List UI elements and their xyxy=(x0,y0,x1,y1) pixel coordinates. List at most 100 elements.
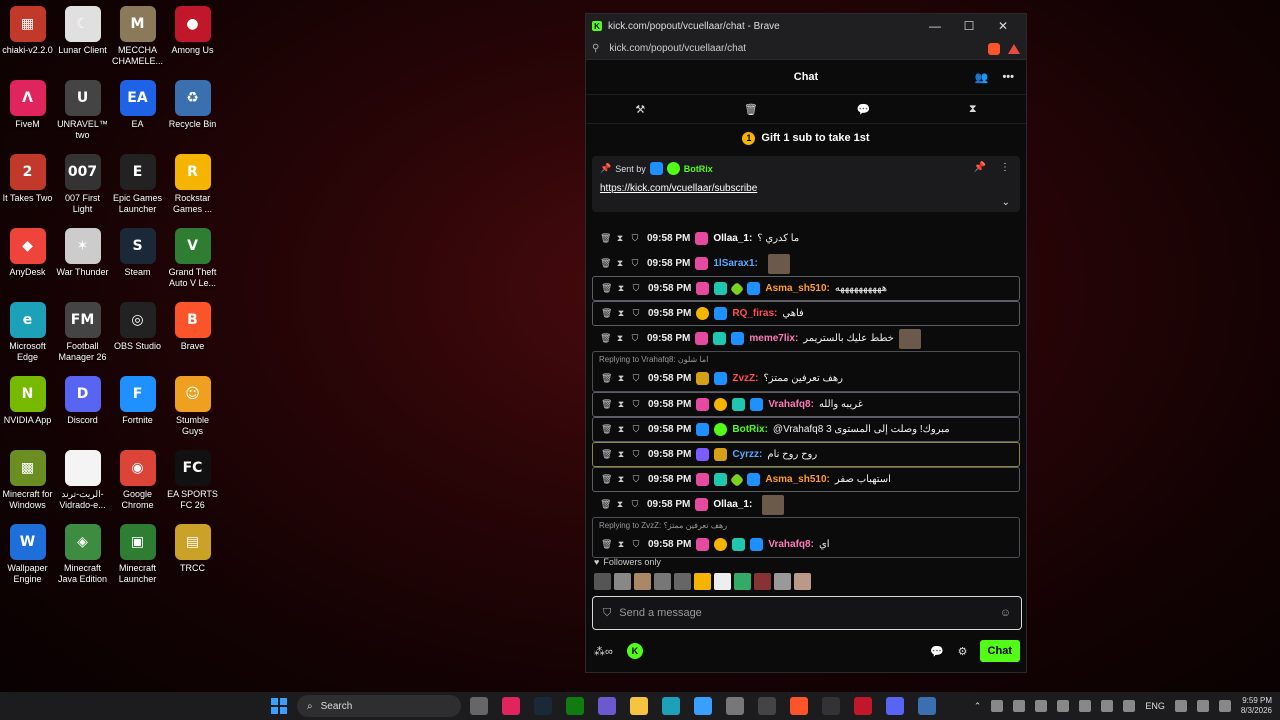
desktop-icon[interactable]: FC EA SPORTS FC 26 xyxy=(165,448,220,522)
shield-icon[interactable]: ⛉ xyxy=(631,373,641,384)
trash-icon[interactable]: 🗑 xyxy=(601,308,612,319)
desktop-icon[interactable]: B Brave xyxy=(165,300,220,374)
hourglass-icon[interactable]: ⧗ xyxy=(616,474,626,485)
unpin-icon[interactable]: 📌 xyxy=(974,162,986,173)
chat-bubble-icon[interactable]: 💬 xyxy=(857,103,871,116)
message-username[interactable]: Cyrzz: xyxy=(732,449,762,460)
desktop-icon[interactable]: E Epic Games Launcher xyxy=(110,152,165,226)
message-input-box[interactable]: ⛉ ☺ xyxy=(592,596,1022,630)
desktop-icon[interactable]: W Wallpaper Engine xyxy=(0,522,55,596)
user-settings-icon[interactable]: 👥 xyxy=(975,71,989,84)
desktop-icon[interactable]: EA EA xyxy=(110,78,165,152)
microphone-icon[interactable] xyxy=(1123,700,1136,712)
shield-icon[interactable]: ⛉ xyxy=(631,283,641,294)
address-bar[interactable]: ⚲ kick.com/popout/vcuellaar/chat xyxy=(586,38,1026,60)
trash-icon[interactable]: 🗑 xyxy=(601,399,612,410)
points-icon[interactable]: ⁂∞ xyxy=(594,645,613,658)
chat-message[interactable]: 🗑 ⧗ ⛉ 09:58 PM Cyrzz: روح روح نام xyxy=(592,442,1020,467)
red-app-taskbar-icon[interactable] xyxy=(854,697,872,715)
gift-banner[interactable]: 1 Gift 1 sub to take 1st xyxy=(586,124,1026,152)
desktop-icon[interactable]: ▦ chiaki-v2.2.0 xyxy=(0,4,55,78)
desktop-icon[interactable]: F Fortnite xyxy=(110,374,165,448)
hourglass-icon[interactable]: ⧗ xyxy=(616,373,626,384)
desktop-icon[interactable]: ▣ Minecraft Launcher xyxy=(110,522,165,596)
hammer-icon[interactable]: ⚒ xyxy=(635,103,645,116)
desktop-icon[interactable]: ☾ Lunar Client xyxy=(55,4,110,78)
steam-taskbar-icon[interactable] xyxy=(534,697,552,715)
desktop-icon[interactable]: V Grand Theft Auto V Le... xyxy=(165,226,220,300)
file-explorer-icon[interactable] xyxy=(630,697,648,715)
tray-icon[interactable] xyxy=(1101,700,1114,712)
discord-taskbar-icon[interactable] xyxy=(886,697,904,715)
message-input[interactable] xyxy=(619,607,992,619)
desktop-icon[interactable]: FM Football Manager 26 xyxy=(55,300,110,374)
site-settings-icon[interactable]: ⚲ xyxy=(592,43,599,54)
desktop-icon[interactable]: M MECCHA CHAMELE... xyxy=(110,4,165,78)
chat-message[interactable]: 🗑 ⧗ ⛉ 09:58 PM Vrahafq8: اي xyxy=(593,532,1019,557)
pinned-link[interactable]: https://kick.com/vcuellaar/subscribe xyxy=(600,183,1012,194)
tray-icon[interactable] xyxy=(1079,700,1092,712)
desktop-icon[interactable]: ◆ AnyDesk xyxy=(0,226,55,300)
brave-taskbar-icon[interactable] xyxy=(790,697,808,715)
hourglass-icon[interactable]: ⧗ xyxy=(615,499,625,510)
obs-taskbar-icon[interactable] xyxy=(822,697,840,715)
desktop-icon[interactable]: 007 007 First Light xyxy=(55,152,110,226)
desktop-icon[interactable]: R Rockstar Games ... xyxy=(165,152,220,226)
hourglass-icon[interactable]: ⧗ xyxy=(616,399,626,410)
hourglass-icon[interactable]: ⧗ xyxy=(615,258,625,269)
shield-icon[interactable]: ⛉ xyxy=(631,474,641,485)
desktop-icon[interactable]: ▩ Minecraft for Windows xyxy=(0,448,55,522)
hourglass-icon[interactable]: ⧗ xyxy=(615,333,625,344)
trash-icon[interactable]: 🗑 xyxy=(601,449,612,460)
chat-message[interactable]: 🗑 ⧗ ⛉ 09:58 PM RQ_firas: فاهي xyxy=(592,301,1020,326)
app-taskbar-icon[interactable] xyxy=(758,697,776,715)
desktop-icon[interactable]: ◎ OBS Studio xyxy=(110,300,165,374)
message-username[interactable]: Asma_sh510: xyxy=(765,283,829,294)
message-username[interactable]: Vrahafq8: xyxy=(768,399,814,410)
more-options-icon[interactable]: ••• xyxy=(1002,71,1014,84)
trash-icon[interactable]: 🗑 xyxy=(600,333,611,344)
gear-icon[interactable]: ⚙ xyxy=(958,645,968,658)
taskbar-search[interactable]: ⌕ Search xyxy=(297,695,461,717)
desktop-icon[interactable]: الريت-ترند-Vidrado-e... xyxy=(55,448,110,522)
trash-icon[interactable]: 🗑 xyxy=(601,424,612,435)
tray-icon[interactable] xyxy=(1057,700,1070,712)
language-indicator[interactable]: ENG xyxy=(1145,701,1165,711)
shield-icon[interactable]: ⛉ xyxy=(631,399,641,410)
desktop-icon[interactable]: D Discord xyxy=(55,374,110,448)
pinned-sender[interactable]: BotRix xyxy=(684,164,713,174)
chat-message[interactable]: 🗑 ⧗ ⛉ 09:58 PM ZvzZ: رهف تعرفين ممتز؟ xyxy=(593,366,1019,391)
trash-icon[interactable]: 🗑 xyxy=(601,373,612,384)
maximize-button[interactable]: ☐ xyxy=(952,19,986,33)
chat-message[interactable]: 🗑 ⧗ ⛉ 09:58 PM Vrahafq8: غريبه والله xyxy=(592,392,1020,417)
brave-rewards-icon[interactable] xyxy=(1008,43,1020,54)
hourglass-icon[interactable]: ⧗ xyxy=(616,308,626,319)
reply-message-group[interactable]: Replying to Vrahafq8: اما شلون 🗑 ⧗ ⛉ 09:58 P… xyxy=(592,351,1020,392)
hourglass-icon[interactable]: ⧗ xyxy=(616,424,626,435)
tray-icon[interactable] xyxy=(1013,700,1026,712)
message-username[interactable]: 1lSarax1: xyxy=(713,258,757,269)
message-username[interactable]: meme7lix: xyxy=(749,333,798,344)
xbox-taskbar-icon[interactable] xyxy=(566,697,584,715)
desktop-icon[interactable]: e Microsoft Edge xyxy=(0,300,55,374)
trash-icon[interactable]: 🗑 xyxy=(600,233,611,244)
desktop-icon[interactable]: ◈ Minecraft Java Edition xyxy=(55,522,110,596)
hourglass-icon[interactable]: ⧗ xyxy=(616,539,626,550)
trash-icon[interactable]: 🗑 xyxy=(744,103,758,116)
desktop-icon[interactable]: ♻ Recycle Bin xyxy=(165,78,220,152)
desktop-icon[interactable]: ▤ TRCC xyxy=(165,522,220,596)
message-username[interactable]: RQ_firas: xyxy=(732,308,777,319)
message-username[interactable]: Ollaa_1: xyxy=(713,233,752,244)
emote[interactable] xyxy=(614,573,631,590)
shield-icon[interactable]: ⛉ xyxy=(630,258,640,269)
shield-icon[interactable]: ⛉ xyxy=(631,308,641,319)
emote[interactable] xyxy=(654,573,671,590)
message-username[interactable]: Asma_sh510: xyxy=(765,474,829,485)
chat-bubble-icon[interactable]: 💬 xyxy=(930,645,944,658)
chevron-up-icon[interactable]: ⌃ xyxy=(974,701,982,712)
chat-message[interactable]: 🗑 ⧗ ⛉ 09:58 PM 1lSarax1: xyxy=(592,251,1020,276)
trash-icon[interactable]: 🗑 xyxy=(601,539,612,550)
chat-message[interactable]: 🗑 ⧗ ⛉ 09:58 PM Asma_sh510: ههههههههههه xyxy=(592,276,1020,301)
emoji-icon[interactable]: ☺ xyxy=(1000,607,1011,619)
calculator-taskbar-icon[interactable] xyxy=(918,697,936,715)
